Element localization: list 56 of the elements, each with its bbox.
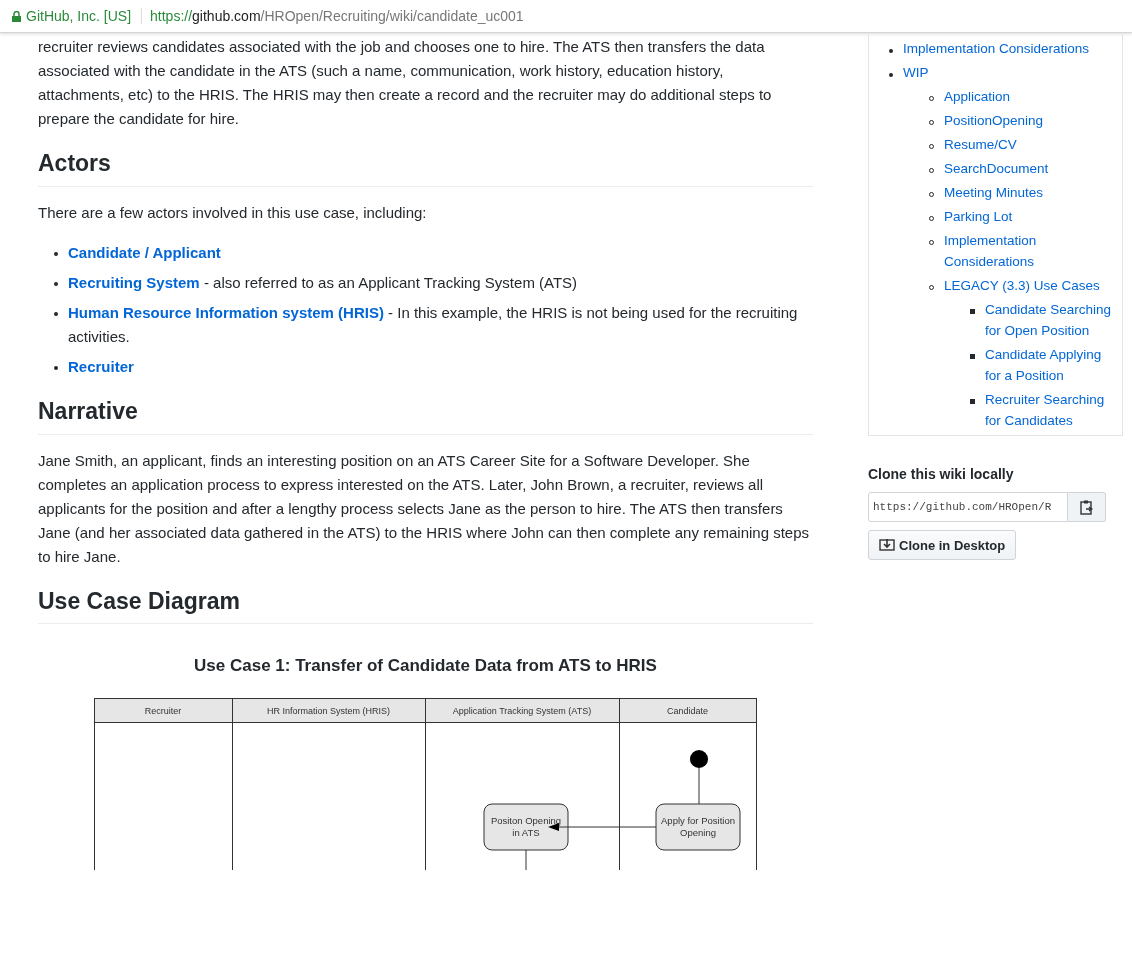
section-heading: Actors xyxy=(38,149,813,187)
section-heading: Use Case Diagram xyxy=(38,586,813,625)
node-label: in ATS xyxy=(512,827,540,839)
wiki-page-link[interactable]: Implementation Considerations xyxy=(944,230,1116,272)
clone-heading: Clone this wiki locally xyxy=(868,466,1015,482)
start-node xyxy=(690,750,708,769)
clone-in-desktop-button[interactable]: Clone in Desktop xyxy=(868,530,1017,560)
wiki-page-link[interactable]: LEGACY (3.3) Use Cases xyxy=(944,275,1116,296)
actor-link[interactable]: Recruiting System xyxy=(68,273,200,291)
intro-paragraph: recruiter reviews candidates associated with the job and chooses one to hire. The ATS then transfers the data associated with the candidate in the ATS (such a name, communication, work history, education history, attachments, etc) to the HRIS. The HRIS may then create a record and the recruiter may do additional steps to prepare the candidate for hire. xyxy=(38,37,773,129)
section-heading: Narrative xyxy=(38,396,813,435)
lane-header: Candidate xyxy=(667,706,708,717)
wiki-page-link[interactable]: Candidate Searching for Open Position xyxy=(985,299,1116,341)
wiki-page-link[interactable]: PositionOpening xyxy=(944,110,1044,131)
lane-header: Application Tracking System (ATS) xyxy=(452,706,592,717)
wiki-page-link[interactable]: Application xyxy=(944,86,1011,107)
actor-link[interactable]: Candidate / Applicant xyxy=(68,240,221,265)
node-label: Positon Opening xyxy=(490,815,562,827)
site-identity: GitHub, Inc. [US] xyxy=(26,8,132,24)
download-icon xyxy=(879,538,895,552)
url-text: https://github.com/HROpen/Recruiting/wiki/candidate_uc001 xyxy=(150,8,524,24)
address-bar[interactable]: GitHub, Inc. [US] https://github.com/HROpen/Recruiting/wiki/candidate_uc001 xyxy=(0,0,1132,33)
node-label: Opening xyxy=(680,827,716,839)
bullet-icon xyxy=(54,251,58,256)
wiki-page-link[interactable]: SearchDocument xyxy=(944,158,1049,179)
lane-header: Recruiter xyxy=(144,706,182,717)
actor-link[interactable]: Recruiter xyxy=(68,354,134,379)
bullet-icon xyxy=(54,311,58,316)
bullet-icon xyxy=(970,399,975,404)
bullet-icon xyxy=(889,49,893,53)
actor-link[interactable]: Human Resource Information system (HRIS) xyxy=(68,303,384,321)
clone-url-field[interactable]: https://github.com/HROpen/R xyxy=(868,492,1068,522)
bullet-icon xyxy=(889,73,893,77)
wiki-page-link[interactable]: Parking Lot xyxy=(944,206,1013,227)
bullet-icon xyxy=(970,309,975,314)
wiki-page-link[interactable]: Meeting Minutes xyxy=(944,182,1044,203)
diagram-title: Use Case 1: Transfer of Candidate Data from ATS to HRIS xyxy=(193,655,658,678)
bullet-icon xyxy=(54,365,58,370)
wiki-page-link[interactable]: Candidate Applying for a Position xyxy=(985,344,1116,386)
wiki-page-link[interactable]: Resume/CV xyxy=(944,134,1017,155)
connector-line xyxy=(698,767,700,805)
node-label: Apply for Position xyxy=(661,815,735,827)
bullet-icon xyxy=(54,281,58,286)
lock-icon xyxy=(12,10,21,22)
narrative-paragraph: Jane Smith, an applicant, finds an interesting position on an ATS Career Site for a Software Developer. She completes an application process to express interested on the ATS. Later, John Brown, a recruiter, reviews all applicants for the position and after a lengthy process selects Jane as the person to hire. The ATS then transfers Jane (and her associated data gathered in the ATS) to the HRIS where John can then complete any remaining steps to hire Jane. xyxy=(38,450,810,567)
connector-line xyxy=(525,849,527,871)
wiki-page-link[interactable]: WIP xyxy=(903,62,1116,83)
wiki-page-link[interactable]: Implementation Considerations xyxy=(903,38,1090,59)
wiki-page-link[interactable]: Recruiter Searching for Candidates xyxy=(985,389,1116,431)
lane-header: HR Information System (HRIS) xyxy=(267,706,390,717)
actor-item: Recruiting System - also referred to as an Applicant Tracking System (ATS) xyxy=(68,272,578,293)
clipboard-icon xyxy=(1080,499,1093,515)
actors-intro: There are a few actors involved in this use case, including: xyxy=(38,202,428,223)
bullet-icon xyxy=(970,354,975,359)
copy-button[interactable] xyxy=(1068,492,1106,522)
actor-item: Human Resource Information system (HRIS) - In this example, the HRIS is not being used for the recruiting activities. xyxy=(68,302,799,347)
